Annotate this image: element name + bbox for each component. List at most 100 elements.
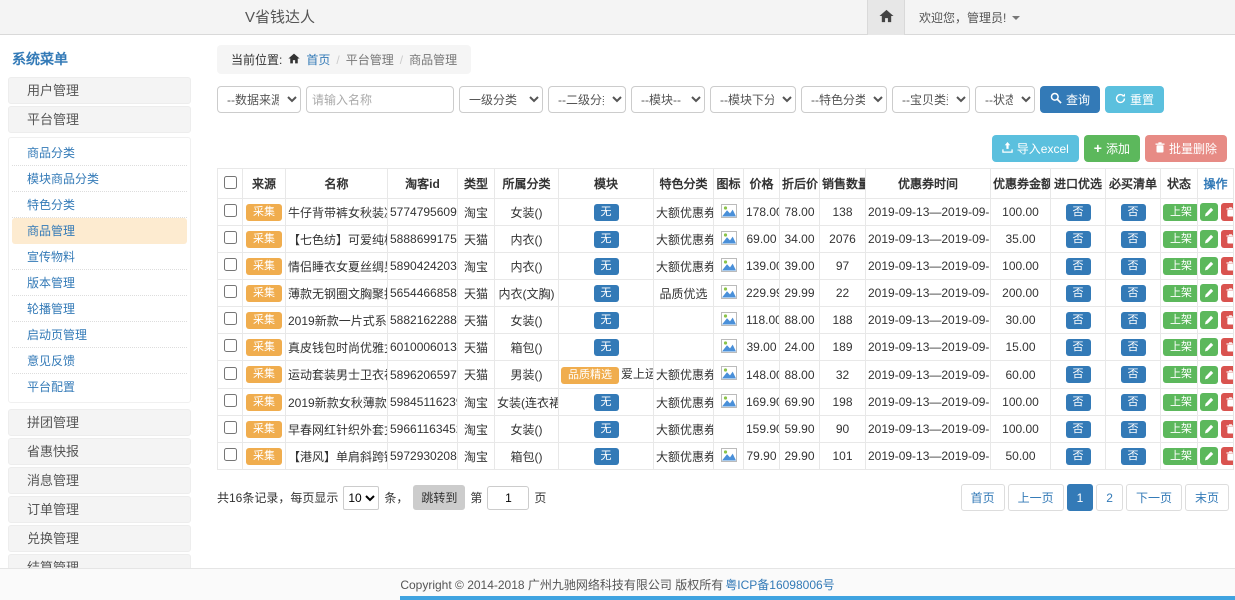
jump-button[interactable]: 跳转到 <box>413 485 465 510</box>
sidebar-item-拼团管理[interactable]: 拼团管理 <box>8 409 191 436</box>
edit-button[interactable] <box>1200 393 1218 411</box>
category1-filter[interactable]: 一级分类 <box>459 86 543 113</box>
must-buy-badge[interactable]: 否 <box>1121 394 1146 411</box>
module-sub-filter[interactable]: --模块下分类-- <box>710 86 796 113</box>
row-checkbox[interactable] <box>224 312 237 325</box>
source-filter[interactable]: --数据来源-- <box>217 86 301 113</box>
delete-button[interactable] <box>1221 203 1234 221</box>
page-2-button[interactable]: 2 <box>1096 484 1123 511</box>
import-excel-button[interactable]: 导入excel <box>992 135 1079 162</box>
delete-button[interactable] <box>1221 257 1234 275</box>
delete-button[interactable] <box>1221 447 1234 465</box>
status-badge[interactable]: 上架 <box>1163 366 1198 383</box>
delete-button[interactable] <box>1221 420 1234 438</box>
user-menu[interactable]: 欢迎您，管理员! <box>905 0 1235 35</box>
must-buy-badge[interactable]: 否 <box>1121 366 1146 383</box>
sidebar-subitem-商品管理[interactable]: 商品管理 <box>12 218 187 244</box>
status-filter[interactable]: --状态-- <box>975 86 1035 113</box>
sidebar-subitem-特色分类[interactable]: 特色分类 <box>12 192 187 218</box>
reset-button[interactable]: 重置 <box>1105 86 1164 113</box>
edit-button[interactable] <box>1200 447 1218 465</box>
select-all-checkbox[interactable] <box>224 176 237 189</box>
row-checkbox[interactable] <box>224 285 237 298</box>
row-checkbox[interactable] <box>224 258 237 271</box>
import-select-badge[interactable]: 否 <box>1066 339 1091 356</box>
sidebar-item-订单管理[interactable]: 订单管理 <box>8 496 191 523</box>
sidebar-item-用户管理[interactable]: 用户管理 <box>8 77 191 104</box>
must-buy-badge[interactable]: 否 <box>1121 258 1146 275</box>
sidebar-item-兑换管理[interactable]: 兑换管理 <box>8 525 191 552</box>
must-buy-badge[interactable]: 否 <box>1121 448 1146 465</box>
sidebar-subitem-平台配置[interactable]: 平台配置 <box>12 374 187 400</box>
edit-button[interactable] <box>1200 311 1218 329</box>
row-checkbox[interactable] <box>224 421 237 434</box>
sidebar-subitem-轮播管理[interactable]: 轮播管理 <box>12 296 187 322</box>
row-checkbox[interactable] <box>224 339 237 352</box>
row-checkbox[interactable] <box>224 231 237 244</box>
add-button[interactable]: + 添加 <box>1084 135 1140 162</box>
sidebar-item-消息管理[interactable]: 消息管理 <box>8 467 191 494</box>
per-page-select[interactable]: 10 <box>343 486 379 510</box>
sidebar-item-结算管理[interactable]: 结算管理 <box>8 554 191 568</box>
delete-button[interactable] <box>1221 311 1234 329</box>
import-select-badge[interactable]: 否 <box>1066 312 1091 329</box>
import-select-badge[interactable]: 否 <box>1066 421 1091 438</box>
feature-filter[interactable]: --特色分类-- <box>801 86 887 113</box>
must-buy-badge[interactable]: 否 <box>1121 204 1146 221</box>
status-badge[interactable]: 上架 <box>1163 448 1198 465</box>
sidebar-subitem-模块商品分类[interactable]: 模块商品分类 <box>12 166 187 192</box>
page-number-input[interactable] <box>487 486 529 510</box>
icp-link[interactable]: 粤ICP备16098006号 <box>725 576 834 593</box>
import-select-badge[interactable]: 否 <box>1066 448 1091 465</box>
page-1-button[interactable]: 1 <box>1067 484 1094 511</box>
status-badge[interactable]: 上架 <box>1163 285 1198 302</box>
delete-button[interactable] <box>1221 366 1234 384</box>
import-select-badge[interactable]: 否 <box>1066 285 1091 302</box>
status-badge[interactable]: 上架 <box>1163 421 1198 438</box>
status-badge[interactable]: 上架 <box>1163 258 1198 275</box>
sidebar-subitem-版本管理[interactable]: 版本管理 <box>12 270 187 296</box>
sidebar-subitem-意见反馈[interactable]: 意见反馈 <box>12 348 187 374</box>
status-badge[interactable]: 上架 <box>1163 394 1198 411</box>
sidebar-subitem-商品分类[interactable]: 商品分类 <box>12 140 187 166</box>
home-button[interactable] <box>867 0 905 35</box>
row-checkbox[interactable] <box>224 448 237 461</box>
delete-button[interactable] <box>1221 338 1234 356</box>
status-badge[interactable]: 上架 <box>1163 231 1198 248</box>
sidebar-subitem-宣传物料[interactable]: 宣传物料 <box>12 244 187 270</box>
import-select-badge[interactable]: 否 <box>1066 366 1091 383</box>
must-buy-badge[interactable]: 否 <box>1121 339 1146 356</box>
horizontal-scrollbar[interactable] <box>400 596 1235 600</box>
category2-filter[interactable]: --二级分类-- <box>548 86 626 113</box>
next-page-button[interactable]: 下一页 <box>1126 484 1182 511</box>
sidebar-item-省惠快报[interactable]: 省惠快报 <box>8 438 191 465</box>
delete-button[interactable] <box>1221 230 1234 248</box>
delete-button[interactable] <box>1221 393 1234 411</box>
status-badge[interactable]: 上架 <box>1163 339 1198 356</box>
row-checkbox[interactable] <box>224 394 237 407</box>
query-button[interactable]: 查询 <box>1040 86 1100 113</box>
sidebar-item-平台管理[interactable]: 平台管理 <box>8 106 191 133</box>
import-select-badge[interactable]: 否 <box>1066 258 1091 275</box>
prev-page-button[interactable]: 上一页 <box>1008 484 1064 511</box>
sidebar-subitem-启动页管理[interactable]: 启动页管理 <box>12 322 187 348</box>
edit-button[interactable] <box>1200 230 1218 248</box>
row-checkbox[interactable] <box>224 367 237 380</box>
row-checkbox[interactable] <box>224 204 237 217</box>
breadcrumb-home-link[interactable]: 首页 <box>306 51 330 68</box>
status-badge[interactable]: 上架 <box>1163 204 1198 221</box>
edit-button[interactable] <box>1200 420 1218 438</box>
import-select-badge[interactable]: 否 <box>1066 231 1091 248</box>
edit-button[interactable] <box>1200 366 1218 384</box>
edit-button[interactable] <box>1200 203 1218 221</box>
import-select-badge[interactable]: 否 <box>1066 204 1091 221</box>
must-buy-badge[interactable]: 否 <box>1121 312 1146 329</box>
edit-button[interactable] <box>1200 338 1218 356</box>
status-badge[interactable]: 上架 <box>1163 312 1198 329</box>
first-page-button[interactable]: 首页 <box>961 484 1005 511</box>
import-select-badge[interactable]: 否 <box>1066 394 1091 411</box>
name-search-input[interactable] <box>306 86 454 113</box>
edit-button[interactable] <box>1200 257 1218 275</box>
delete-button[interactable] <box>1221 284 1234 302</box>
batch-delete-button[interactable]: 批量删除 <box>1145 135 1227 162</box>
